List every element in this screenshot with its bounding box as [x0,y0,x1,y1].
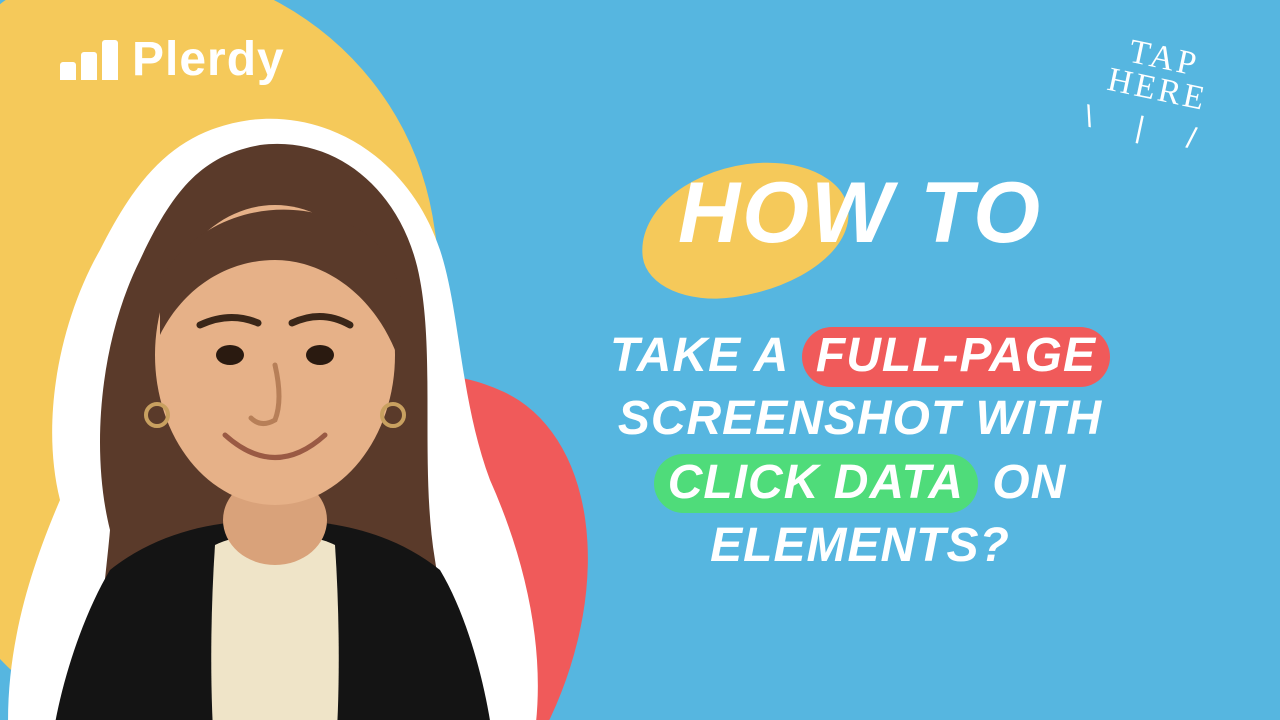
headline-block: HOW TO TAKE A FULL-PAGE SCREENSHOT WITH … [510,170,1210,577]
headline-howto: HOW TO [510,170,1210,256]
brand-logo: Plerdy [60,32,285,87]
headline-text: ELEMENTS? [710,519,1010,572]
presenter-photo [0,100,560,720]
brand-name: Plerdy [132,32,285,87]
headline-text: TAKE A [610,329,802,382]
headline-text: ON [978,456,1066,509]
headline-subtitle: TAKE A FULL-PAGE SCREENSHOT WITH CLICK D… [510,324,1210,577]
bars-icon [60,40,118,80]
pill-click-data: CLICK DATA [654,454,978,514]
pill-full-page: FULL-PAGE [802,327,1110,387]
tap-here-cta[interactable]: TAP HERE \ | / [1082,29,1232,157]
headline-text: SCREENSHOT WITH [618,392,1102,445]
